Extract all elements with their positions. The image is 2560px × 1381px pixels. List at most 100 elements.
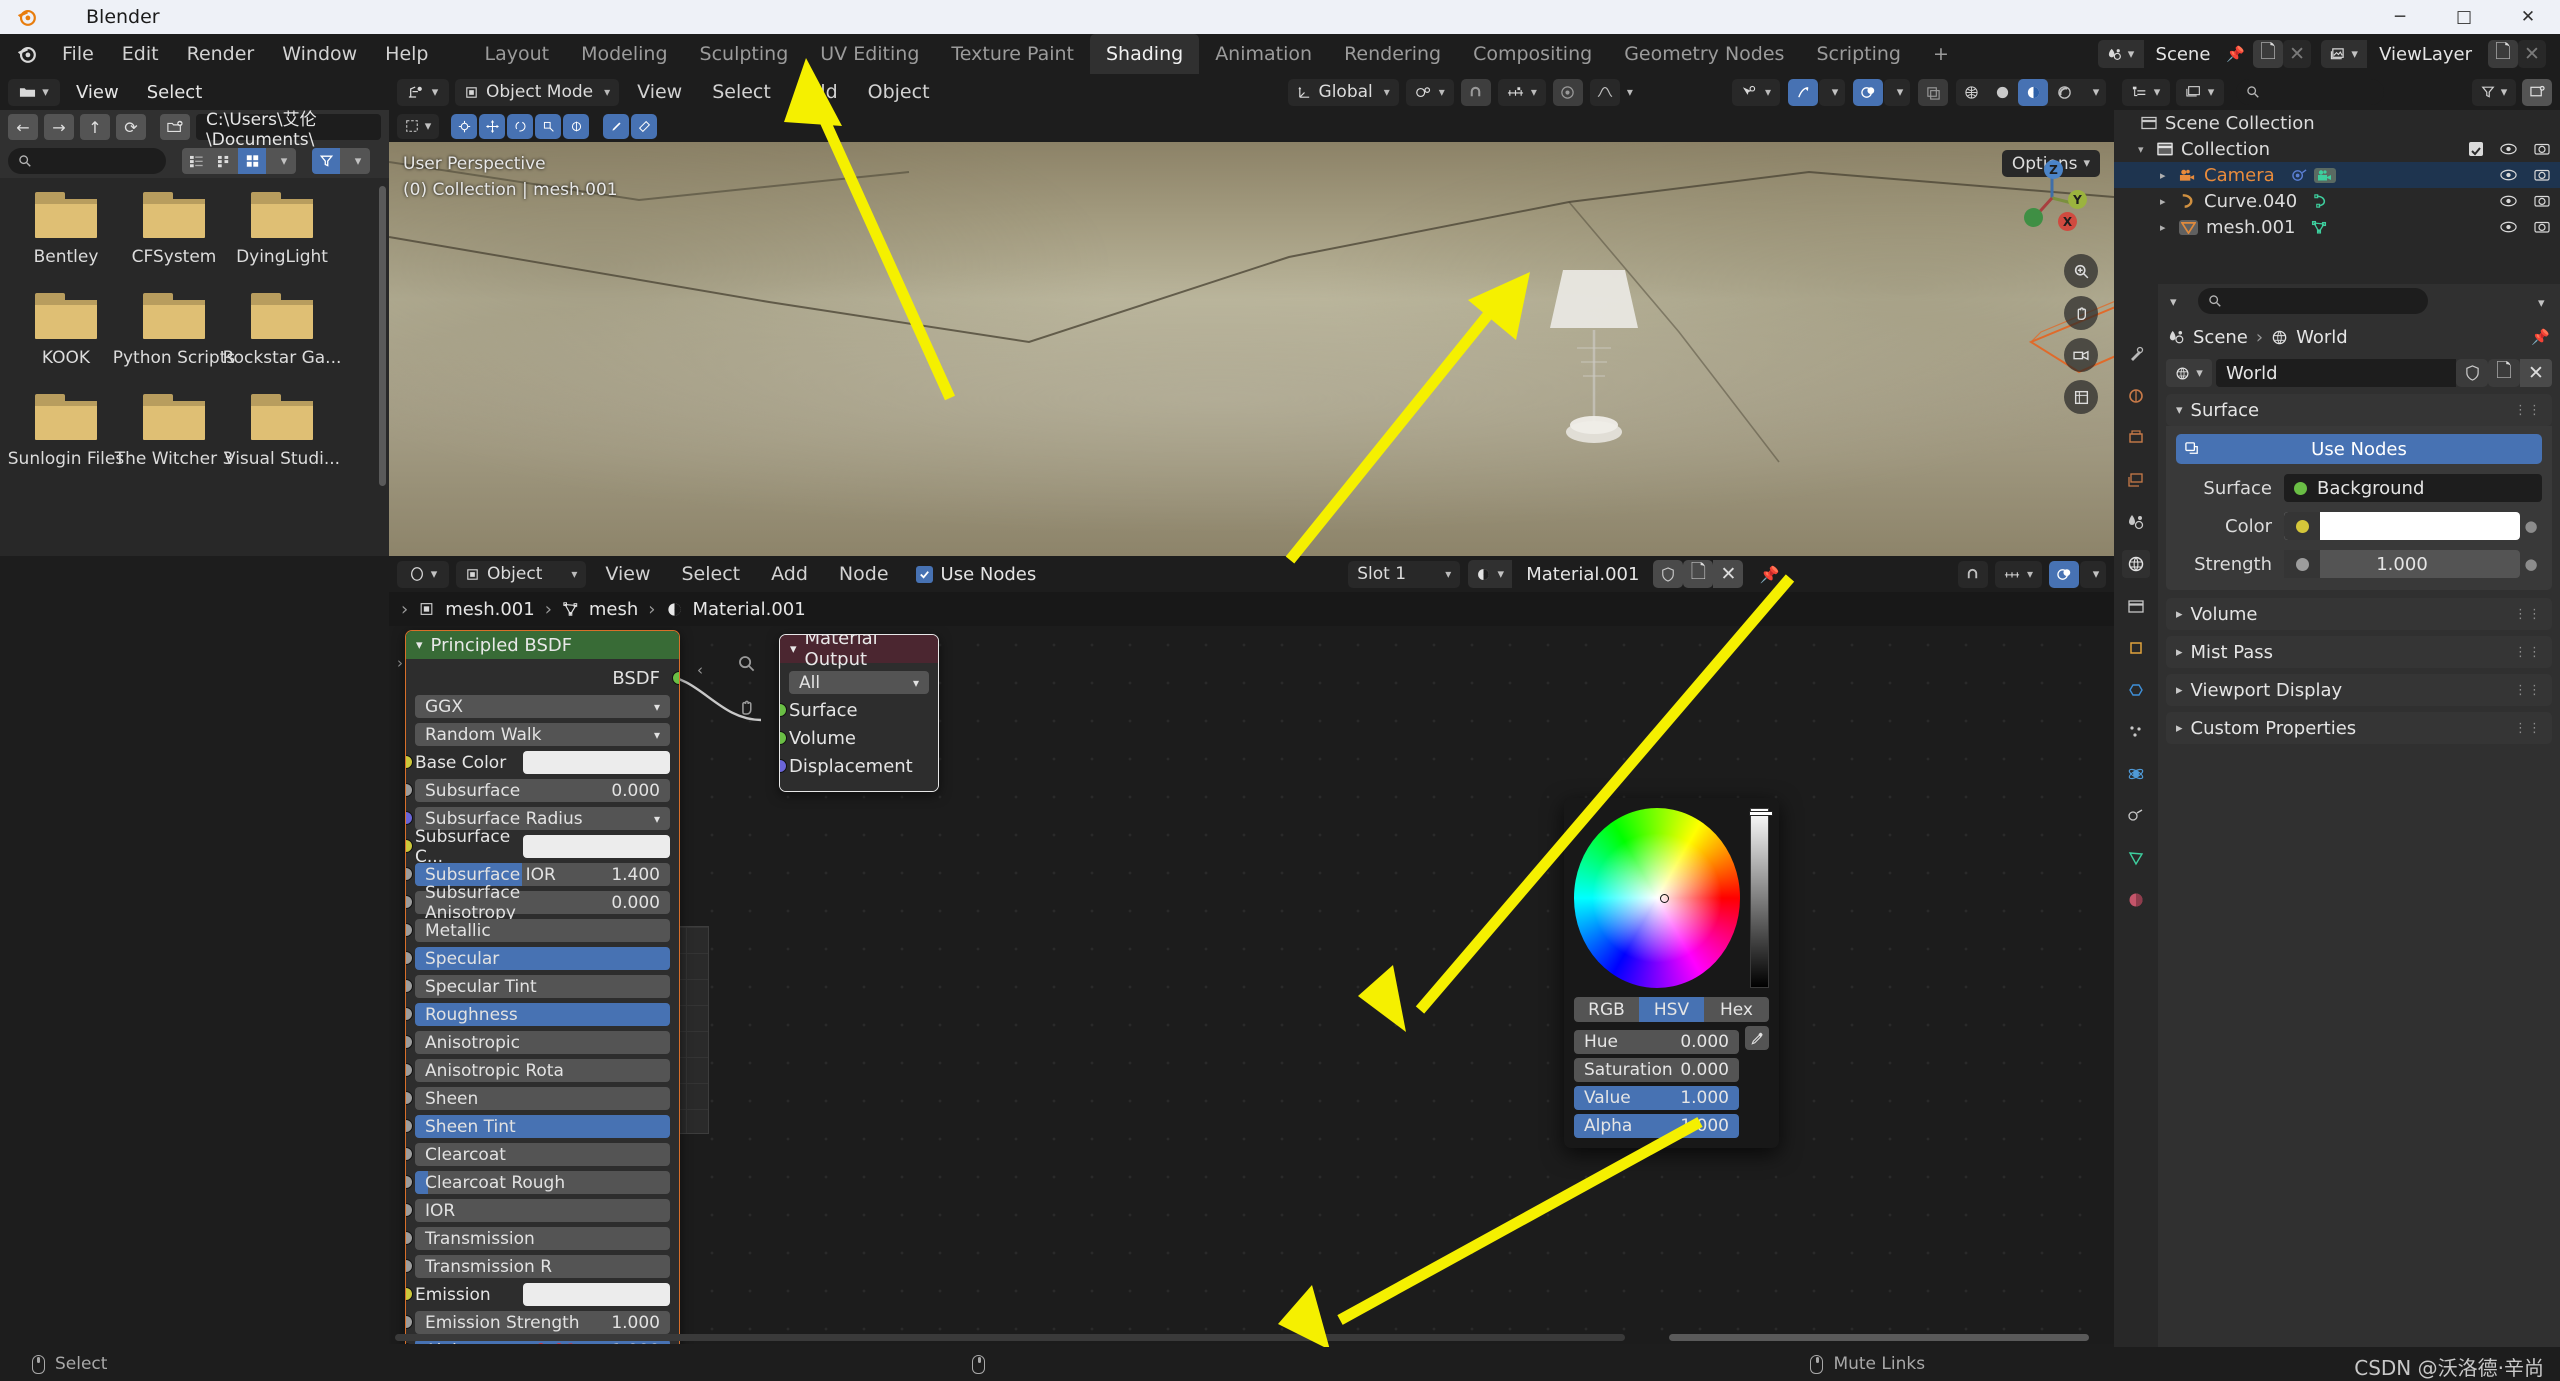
panel-header-custom-properties[interactable]: ▸ Custom Properties ⋮⋮ — [2166, 712, 2552, 744]
workspace-tab-geometry-nodes[interactable]: Geometry Nodes — [1608, 34, 1800, 74]
new-copy-icon[interactable]: 🗋 — [1683, 560, 1714, 588]
file-browser-menu-select[interactable]: Select — [135, 82, 215, 103]
eye-visibility-icon[interactable] — [2500, 191, 2517, 212]
object-visibility-icon[interactable]: ▾ — [1731, 78, 1780, 106]
disclosure-triangle[interactable]: ▾ — [2138, 143, 2150, 156]
output-socket-bsdf[interactable] — [672, 671, 679, 685]
properties-options-dropdown[interactable] — [2532, 290, 2554, 312]
color-tab-rgb[interactable]: RGB — [1574, 997, 1639, 1022]
unlink-x-icon[interactable]: ✕ — [2518, 40, 2546, 68]
camera-object-data-icon[interactable] — [2313, 167, 2336, 183]
overlays-dropdown[interactable] — [1884, 78, 1910, 106]
outliner-display-mode-icon[interactable] — [2176, 78, 2224, 106]
node-socket-emission-strength[interactable]: Emission Strength 1.000 — [406, 1310, 670, 1335]
material-slot-selector[interactable]: Slot 1 ▾ — [1348, 560, 1461, 588]
file-item[interactable]: The Witcher 3 — [115, 394, 233, 469]
node-socket-anisotropic[interactable]: Anisotropic — [406, 1030, 670, 1055]
node-editor-hscrollbar-thumb[interactable] — [1669, 1334, 2089, 1341]
unlink-x-icon[interactable]: ✕ — [1713, 560, 1744, 588]
overlay-icon[interactable] — [2049, 560, 2079, 588]
node-socket-sheen-tint[interactable]: Sheen Tint — [406, 1114, 670, 1139]
menu-render[interactable]: Render — [173, 34, 269, 74]
properties-tab-viewlayer[interactable] — [2122, 466, 2150, 494]
gizmo-axis-y[interactable]: Y — [2068, 190, 2087, 209]
node-socket-subsurface-anisotropy[interactable]: Subsurface Anisotropy 0.000 — [406, 883, 670, 923]
node-socket-sheen[interactable]: Sheen — [406, 1086, 670, 1111]
proportional-edit-icon[interactable] — [1552, 78, 1583, 106]
input-socket-dot[interactable] — [406, 1147, 413, 1161]
editor-type-selector[interactable] — [397, 78, 449, 106]
gizmo-dropdown[interactable] — [1819, 78, 1845, 106]
pin-icon[interactable]: 📌 — [2226, 45, 2253, 63]
animate-property-dot[interactable]: ● — [2520, 555, 2542, 573]
transform-orientation-selector[interactable]: Global ▾ — [1287, 78, 1399, 106]
file-item[interactable]: Python Scripts — [113, 293, 235, 368]
file-item[interactable]: Sunlogin Files — [8, 394, 124, 469]
color-wheel[interactable] — [1574, 808, 1741, 988]
object-mode-selector[interactable]: Object Mode ▾ — [455, 78, 620, 106]
workspace-tab-shading[interactable]: Shading — [1090, 34, 1200, 74]
node-pan-hand-icon[interactable] — [737, 698, 756, 722]
node-input-volume[interactable]: Volume — [780, 726, 929, 751]
minimize-button[interactable]: ─ — [2368, 0, 2432, 34]
camera-render-icon[interactable] — [2534, 217, 2550, 238]
properties-tab-data[interactable] — [2122, 844, 2150, 872]
overlays-icon[interactable] — [1853, 78, 1883, 106]
checkbox-icon[interactable] — [2469, 142, 2483, 156]
snap-icon[interactable] — [1957, 560, 1988, 588]
node-distribution-dropdown[interactable]: GGX ▾ — [415, 694, 670, 719]
properties-tab-render[interactable] — [2122, 382, 2150, 410]
disclosure-triangle[interactable]: ▸ — [2160, 195, 2172, 208]
input-socket-dot[interactable] — [406, 979, 413, 993]
properties-tab-particles[interactable] — [2122, 718, 2150, 746]
viewlayer-datablock-selector[interactable]: ViewLayer 🗋 ✕ — [2321, 40, 2546, 68]
scene-icon[interactable] — [2097, 40, 2144, 68]
file-item[interactable]: Bentley — [12, 192, 120, 267]
nav-up-button[interactable]: ↑ — [80, 114, 110, 140]
input-socket-dot[interactable] — [406, 783, 413, 797]
new-copy-icon[interactable]: 🗋 — [2488, 359, 2520, 387]
new-copy-icon[interactable]: 🗋 — [2488, 40, 2518, 68]
file-item[interactable]: Visual Studi... — [224, 394, 340, 469]
file-path-input[interactable]: C:\Users\艾伦\Documents\ — [196, 110, 381, 150]
shader-menu-add[interactable]: Add — [759, 563, 820, 585]
shading-wireframe-icon[interactable] — [1956, 78, 1986, 106]
display-mode-dropdown[interactable] — [266, 148, 296, 174]
filter-icon[interactable] — [312, 148, 340, 174]
input-socket-dot[interactable] — [406, 1035, 413, 1049]
editor-type-selector[interactable] — [397, 560, 449, 588]
color-field-value[interactable]: Value 1.000 — [1574, 1086, 1739, 1110]
shader-type-selector[interactable]: Object ▾ — [456, 560, 587, 588]
use-nodes-checkbox-row[interactable]: Use Nodes — [915, 564, 1036, 585]
world-name-field[interactable]: World — [2216, 359, 2456, 387]
breadcrumb-mesh-label[interactable]: mesh — [589, 599, 638, 620]
input-socket-dot[interactable] — [406, 1315, 413, 1329]
camera-view-icon[interactable] — [2064, 338, 2098, 372]
input-socket-dot[interactable] — [406, 839, 413, 853]
lamp-object[interactable] — [1519, 252, 1669, 472]
pin-icon[interactable]: 📌 — [2531, 328, 2550, 346]
panel-header-mist-pass[interactable]: ▸ Mist Pass ⋮⋮ — [2166, 636, 2552, 668]
breadcrumb-world-label[interactable]: World — [2296, 327, 2348, 348]
input-socket-dot[interactable] — [406, 1259, 413, 1273]
filter-icon[interactable] — [2472, 78, 2516, 106]
panel-drag-dots[interactable]: ⋮⋮ — [2514, 683, 2542, 698]
input-socket-dot[interactable] — [780, 731, 787, 745]
file-search-input[interactable] — [8, 148, 166, 174]
node-socket-roughness[interactable]: Roughness — [406, 1002, 670, 1027]
world-color-swatch[interactable] — [2284, 512, 2520, 540]
gizmo-axis-x[interactable]: X — [2058, 212, 2077, 231]
disclosure-triangle[interactable]: ▸ — [2160, 221, 2172, 234]
input-socket-dot[interactable] — [406, 1231, 413, 1245]
node-socket-metallic[interactable]: Metallic — [406, 918, 670, 943]
input-socket-dot[interactable] — [406, 867, 413, 881]
overlay-dropdown[interactable] — [2080, 560, 2106, 588]
node-socket-subsurface-color[interactable]: Subsurface C... — [406, 827, 670, 867]
shield-fake-user-icon[interactable] — [1653, 560, 1684, 588]
camera-render-icon[interactable] — [2534, 139, 2550, 160]
node-zoom-icon[interactable] — [737, 654, 756, 678]
curve-object-data-icon[interactable] — [2313, 194, 2330, 208]
display-mode-vertical-list-icon[interactable] — [182, 148, 210, 174]
panel-header-surface[interactable]: ▾ Surface ⋮⋮ — [2166, 394, 2552, 426]
file-item[interactable]: Rockstar Ga... — [223, 293, 341, 368]
